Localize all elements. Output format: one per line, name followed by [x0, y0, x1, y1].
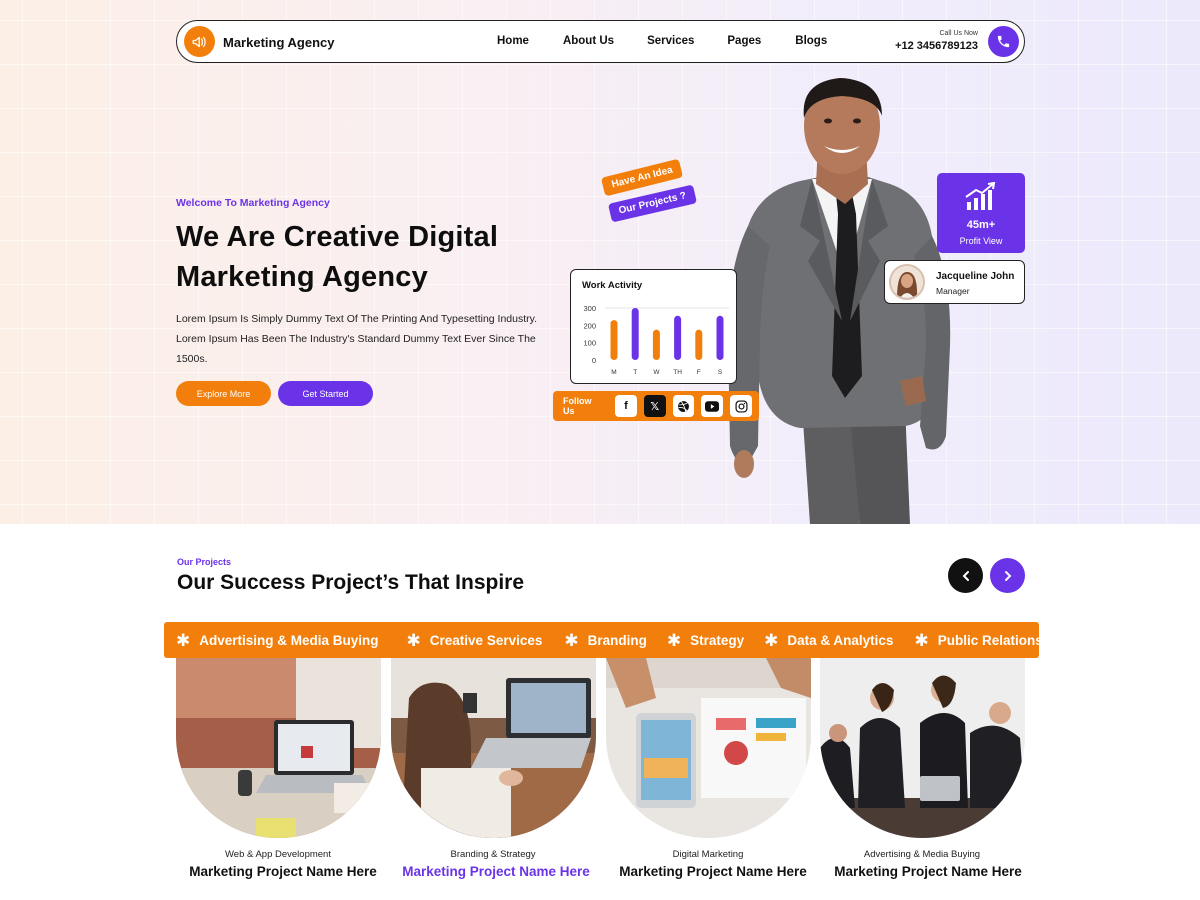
call-number[interactable]: +12 3456789123 [895, 40, 978, 52]
hero-title: We Are Creative Digital Marketing Agency [176, 221, 499, 293]
marquee-item: ✱ Creative Services [407, 632, 543, 649]
marquee-label: Branding [587, 632, 647, 648]
marquee-label: Creative Services [429, 632, 543, 648]
work-activity-card: Work Activity 300 200 100 0 M T W TH F S [570, 269, 737, 384]
project-category: Web & App Development [225, 849, 331, 860]
get-started-button[interactable]: Get Started [278, 381, 373, 406]
project-card-image[interactable] [820, 658, 1025, 838]
project-name[interactable]: Marketing Project Name Here [598, 864, 828, 879]
x-tick-label: S [718, 369, 723, 376]
activity-bar-th [674, 315, 682, 360]
profit-view-card: 45m+ Profit View [937, 173, 1025, 253]
asterisk-icon: ✱ [176, 630, 191, 650]
nav-link-home[interactable]: Home [497, 35, 529, 47]
projects-eyebrow: Our Projects [177, 557, 232, 567]
y-tick-label: 300 [583, 304, 596, 313]
avatar [889, 264, 925, 300]
manager-card: Jacqueline John Manager [884, 260, 1025, 304]
activity-bar-t [631, 308, 639, 360]
chevron-right-icon [1004, 570, 1011, 581]
facebook-icon[interactable]: f [615, 395, 637, 417]
brand-name[interactable]: Marketing Agency [223, 35, 335, 50]
asterisk-icon: ✱ [666, 630, 682, 650]
nav-link-services[interactable]: Services [647, 35, 694, 47]
manager-role: Manager [936, 286, 970, 296]
top-navigation: Marketing Agency Home About Us Services … [176, 20, 1025, 63]
y-tick-label: 0 [592, 356, 596, 365]
asterisk-icon: ✱ [914, 630, 929, 650]
project-name[interactable]: Marketing Project Name Here [813, 864, 1043, 879]
work-activity-title: Work Activity [582, 280, 643, 291]
follow-us-label: Follow Us [563, 396, 592, 416]
activity-bar-m [610, 320, 618, 360]
follow-us-bar: Follow Us f 𝕏 [553, 391, 759, 421]
dribbble-icon[interactable] [672, 395, 695, 417]
marquee-label: Data & Analytics [787, 632, 894, 648]
y-tick-label: 200 [583, 321, 596, 330]
hero-section: Marketing Agency Home About Us Services … [0, 0, 1200, 524]
x-icon[interactable]: 𝕏 [643, 395, 666, 417]
megaphone-icon[interactable] [184, 26, 215, 57]
youtube-icon[interactable] [701, 395, 724, 417]
x-tick-label: TH [673, 369, 682, 376]
activity-bar-s [716, 315, 724, 360]
phone-icon[interactable] [988, 26, 1019, 57]
carousel-prev-button[interactable] [948, 558, 983, 593]
instagram-icon[interactable] [730, 395, 752, 417]
profit-label: Profit View [959, 236, 1003, 246]
project-name[interactable]: Marketing Project Name Here [168, 864, 398, 879]
services-marquee: ✱ Advertising & Media Buying ✱ Creative Se… [164, 622, 1039, 658]
project-card-image[interactable] [176, 658, 381, 838]
growth-chart-icon [965, 182, 996, 210]
work-activity-chart: 300 200 100 0 M T W TH F S [583, 304, 729, 376]
nav-link-pages[interactable]: Pages [727, 35, 761, 47]
marquee-item: ✱ Data & Analytics [764, 632, 893, 649]
asterisk-icon: ✱ [764, 630, 779, 650]
nav-link-blogs[interactable]: Blogs [795, 35, 827, 47]
x-tick-label: M [611, 369, 616, 376]
asterisk-icon: ✱ [406, 630, 421, 650]
marquee-item: ✱ Public Relations [914, 632, 1039, 649]
project-card-image[interactable] [606, 658, 811, 838]
explore-more-button[interactable]: Explore More [176, 381, 271, 406]
marquee-label: Strategy [690, 632, 745, 648]
y-tick-label: 100 [583, 339, 596, 348]
marquee-item: ✱ Branding [564, 632, 647, 649]
marquee-item: ✱ Strategy [667, 632, 744, 649]
project-category: Branding & Strategy [450, 849, 536, 860]
asterisk-icon: ✱ [564, 630, 579, 650]
marquee-label: Public Relations [937, 632, 1039, 648]
project-category: Advertising & Media Buying [863, 849, 981, 860]
carousel-next-button[interactable] [990, 558, 1025, 593]
project-name[interactable]: Marketing Project Name Here [381, 864, 611, 879]
marquee-label: Advertising & Media Buying [199, 632, 379, 648]
activity-bar-w [652, 329, 660, 360]
profit-value: 45m+ [966, 219, 996, 231]
projects-title: Our Success Project’s That Inspire [177, 571, 525, 594]
x-tick-label: W [653, 369, 660, 376]
x-tick-label: T [633, 369, 637, 376]
call-label: Call Us Now [939, 30, 978, 37]
nav-links: Home About Us Services Pages Blogs [497, 35, 827, 47]
x-tick-label: F [697, 369, 701, 376]
hero-eyebrow: Welcome To Marketing Agency [176, 197, 330, 209]
hero-description: Lorem Ipsum Is Simply Dummy Text Of The … [176, 313, 538, 365]
nav-link-about[interactable]: About Us [563, 35, 614, 47]
marquee-item: ✱ Advertising & Media Buying [176, 632, 379, 649]
activity-bar-f [695, 329, 703, 360]
project-category: Digital Marketing [672, 849, 744, 860]
manager-name: Jacqueline John [936, 271, 1015, 282]
project-card-image[interactable] [391, 658, 596, 838]
chevron-left-icon [962, 570, 969, 581]
